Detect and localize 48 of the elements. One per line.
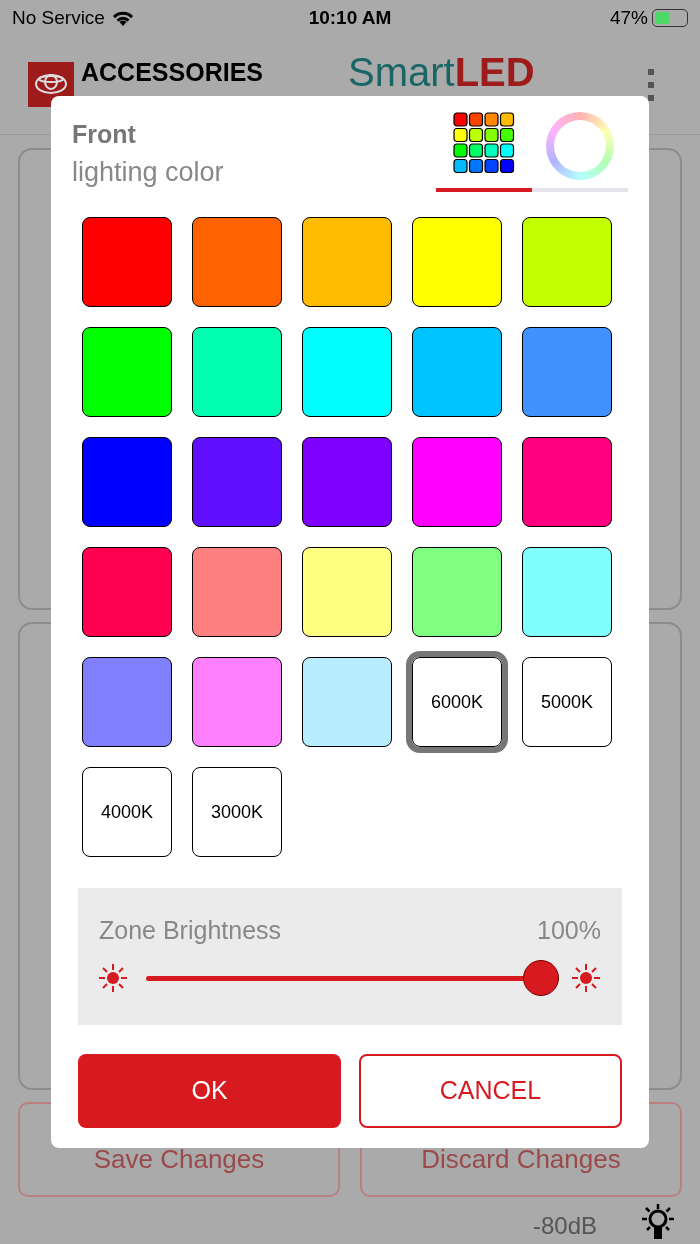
cancel-button[interactable]: CANCEL bbox=[359, 1054, 622, 1128]
battery-percent: 47% bbox=[609, 5, 648, 30]
color-swatch[interactable] bbox=[522, 327, 612, 417]
color-swatch[interactable] bbox=[302, 657, 392, 747]
dialog-title: Front bbox=[72, 119, 136, 150]
app-title: SmartLED bbox=[348, 52, 535, 92]
menu-icon bbox=[648, 69, 654, 101]
color-wheel-tab[interactable] bbox=[532, 110, 628, 192]
color-swatch[interactable] bbox=[412, 547, 502, 637]
clock-time: 10:10 AM bbox=[308, 5, 392, 30]
dim-sun-icon bbox=[98, 963, 128, 993]
color-swatch[interactable] bbox=[82, 327, 172, 417]
color-swatch[interactable] bbox=[192, 547, 282, 637]
color-swatch[interactable] bbox=[412, 217, 502, 307]
battery-icon bbox=[652, 9, 688, 27]
carrier-label: No Service bbox=[12, 5, 105, 30]
color-swatch[interactable] bbox=[412, 437, 502, 527]
temperature-swatch[interactable]: 4000K bbox=[82, 767, 172, 857]
color-swatch[interactable] bbox=[192, 327, 282, 417]
ok-button[interactable]: OK bbox=[78, 1054, 341, 1128]
bright-sun-icon bbox=[571, 963, 601, 993]
color-swatch[interactable] bbox=[192, 437, 282, 527]
dialog-subtitle: lighting color bbox=[72, 156, 224, 189]
color-swatch[interactable] bbox=[82, 547, 172, 637]
color-swatch[interactable] bbox=[302, 547, 392, 637]
color-swatch[interactable] bbox=[82, 217, 172, 307]
color-swatch[interactable] bbox=[82, 437, 172, 527]
temperature-swatch[interactable]: 3000K bbox=[192, 767, 282, 857]
color-swatch[interactable] bbox=[302, 437, 392, 527]
color-swatch[interactable] bbox=[82, 657, 172, 747]
color-swatch[interactable] bbox=[412, 327, 502, 417]
brightness-label: Zone Brightness bbox=[99, 915, 282, 946]
color-swatch[interactable] bbox=[302, 327, 392, 417]
brand-name: ACCESSORIES bbox=[81, 60, 263, 85]
slider-thumb[interactable] bbox=[523, 959, 559, 996]
color-swatch[interactable] bbox=[192, 657, 282, 747]
color-swatch[interactable] bbox=[192, 217, 282, 307]
light-bulb-icon bbox=[639, 1203, 677, 1241]
signal-reading: -80dB bbox=[533, 1211, 598, 1241]
color-swatch[interactable] bbox=[522, 547, 612, 637]
color-swatch[interactable] bbox=[522, 217, 612, 307]
swatch-grid-tab[interactable] bbox=[436, 110, 532, 192]
color-swatch[interactable] bbox=[302, 217, 392, 307]
wifi-icon bbox=[110, 9, 135, 27]
temperature-swatch[interactable]: 5000K bbox=[522, 657, 612, 747]
brightness-reading: 100% bbox=[537, 915, 601, 946]
swatch-grid-icon bbox=[453, 112, 515, 174]
color-swatch[interactable] bbox=[522, 437, 612, 527]
